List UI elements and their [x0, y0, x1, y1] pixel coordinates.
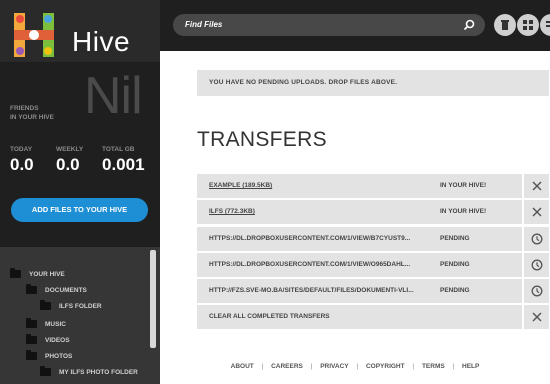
clear-completed-button[interactable]: [522, 305, 549, 329]
add-files-button[interactable]: ADD FILES TO YOUR HIVE: [11, 198, 148, 222]
clock-icon: [531, 233, 543, 245]
footer: ABOUT | CAREERS | PRIVACY | COPYRIGHT | …: [160, 363, 550, 370]
trash-button[interactable]: [494, 14, 516, 36]
stat-value: 0.0: [10, 155, 34, 174]
tree-item-label: MY ILFS PHOTO FOLDER: [59, 368, 138, 376]
folder-icon: [10, 268, 21, 278]
footer-separator: |: [356, 363, 359, 370]
tree-item-label: MUSIC: [45, 320, 66, 328]
transfer-name: HTTPS://DL.DROPBOXUSERCONTENT.COM/1/VIEW…: [209, 261, 411, 268]
grid-view-button[interactable]: [517, 14, 539, 36]
footer-separator: |: [310, 363, 313, 370]
transfer-row: HTTPS://DL.DROPBOXUSERCONTENT.COM/1/VIEW…: [197, 227, 549, 251]
tree-item-videos[interactable]: VIDEOS: [26, 334, 70, 344]
stat-weekly: WEEKLY 0.0: [56, 146, 83, 175]
footer-link-terms[interactable]: TERMS: [422, 363, 445, 370]
transfer-row: EXAMPLE (189.5KB) IN YOUR HIVE!: [197, 174, 549, 198]
friends-count: Nil: [84, 67, 143, 125]
folder-icon: [26, 334, 37, 344]
clear-completed-row[interactable]: CLEAR ALL COMPLETED TRANSFERS: [197, 305, 549, 329]
friends-label-line1: FRIENDS: [10, 105, 39, 112]
stat-label: WEEKLY: [56, 146, 84, 153]
close-icon: [532, 181, 542, 191]
logo-area[interactable]: Hive: [0, 0, 160, 62]
stat-value: 0.001: [102, 155, 145, 174]
transfer-row: HTTP://FZS.SVE-MO.BA/SITES/DEFAULT/FILES…: [197, 279, 549, 303]
footer-separator: |: [452, 363, 455, 370]
remove-transfer-button[interactable]: [522, 200, 549, 224]
tree-item-label: DOCUMENTS: [45, 286, 87, 294]
transfer-name: HTTPS://DL.DROPBOXUSERCONTENT.COM/1/VIEW…: [209, 235, 411, 242]
stat-today: TODAY 0.0: [10, 146, 34, 175]
clock-icon: [531, 259, 543, 271]
menu-button[interactable]: [540, 14, 550, 36]
close-icon: [532, 207, 542, 217]
stat-label: TOTAL GB: [102, 146, 135, 153]
menu-icon: [546, 21, 550, 27]
folder-icon: [26, 318, 37, 328]
trash-icon: [501, 20, 509, 30]
transfer-status: PENDING: [440, 235, 470, 242]
tree-item-ilfs-folder[interactable]: ILFS FOLDER: [40, 300, 102, 310]
tree-item-label: VIDEOS: [45, 336, 70, 344]
folder-icon: [26, 350, 37, 360]
stat-value: 0.0: [56, 155, 80, 174]
pending-indicator[interactable]: [522, 253, 549, 277]
tree-item-your-hive[interactable]: YOUR HIVE: [10, 268, 65, 278]
transfers-title: TRANSFERS: [197, 128, 327, 151]
tree-item-photos[interactable]: PHOTOS: [26, 350, 73, 360]
footer-link-copyright[interactable]: COPYRIGHT: [366, 363, 405, 370]
transfer-status: PENDING: [440, 261, 470, 268]
tree-item-music[interactable]: MUSIC: [26, 318, 66, 328]
footer-link-careers[interactable]: CAREERS: [271, 363, 303, 370]
friends-label: FRIENDS IN YOUR HIVE: [10, 104, 70, 122]
hive-logo-icon: [14, 13, 54, 57]
pending-indicator[interactable]: [522, 227, 549, 251]
transfer-status: IN YOUR HIVE!: [440, 182, 487, 189]
search-input[interactable]: Find Files: [185, 20, 222, 29]
transfer-row: ILFS (772.3KB) IN YOUR HIVE!: [197, 200, 549, 224]
tree-item-documents[interactable]: DOCUMENTS: [26, 284, 87, 294]
pending-indicator[interactable]: [522, 279, 549, 303]
footer-link-privacy[interactable]: PRIVACY: [320, 363, 348, 370]
transfer-name: HTTP://FZS.SVE-MO.BA/SITES/DEFAULT/FILES…: [209, 287, 414, 294]
search-icon[interactable]: [463, 19, 475, 31]
pending-uploads-bar: YOU HAVE NO PENDING UPLOADS. DROP FILES …: [197, 70, 549, 96]
transfer-status: IN YOUR HIVE!: [440, 208, 487, 215]
folder-tree: [0, 247, 160, 384]
transfer-status: PENDING: [440, 287, 470, 294]
stat-label: TODAY: [10, 146, 33, 153]
sidebar-scrollbar[interactable]: [150, 250, 156, 348]
footer-link-help[interactable]: HELP: [462, 363, 479, 370]
tree-item-label: ILFS FOLDER: [59, 302, 102, 310]
app-name: Hive: [72, 26, 131, 57]
transfer-name-link[interactable]: ILFS (772.3KB): [209, 208, 255, 215]
clear-completed-label[interactable]: CLEAR ALL COMPLETED TRANSFERS: [209, 313, 330, 320]
search-box[interactable]: Find Files: [173, 14, 485, 36]
grid-icon: [523, 20, 533, 30]
footer-separator: |: [412, 363, 415, 370]
stat-total-gb: TOTAL GB 0.001: [102, 146, 145, 175]
footer-separator: |: [261, 363, 264, 370]
clock-icon: [531, 285, 543, 297]
folder-icon: [40, 366, 51, 376]
folder-icon: [26, 284, 37, 294]
tree-item-my-ilfs-photo-folder[interactable]: MY ILFS PHOTO FOLDER: [40, 366, 138, 376]
folder-icon: [40, 300, 51, 310]
footer-link-about[interactable]: ABOUT: [231, 363, 254, 370]
transfer-name-link[interactable]: EXAMPLE (189.5KB): [209, 182, 272, 189]
tree-item-label: PHOTOS: [45, 352, 73, 360]
pending-uploads-message: YOU HAVE NO PENDING UPLOADS. DROP FILES …: [209, 79, 398, 86]
close-icon: [532, 312, 542, 322]
tree-item-label: YOUR HIVE: [29, 270, 65, 278]
remove-transfer-button[interactable]: [522, 174, 549, 198]
transfer-row: HTTPS://DL.DROPBOXUSERCONTENT.COM/1/VIEW…: [197, 253, 549, 277]
friends-label-line2: IN YOUR HIVE: [10, 114, 54, 121]
